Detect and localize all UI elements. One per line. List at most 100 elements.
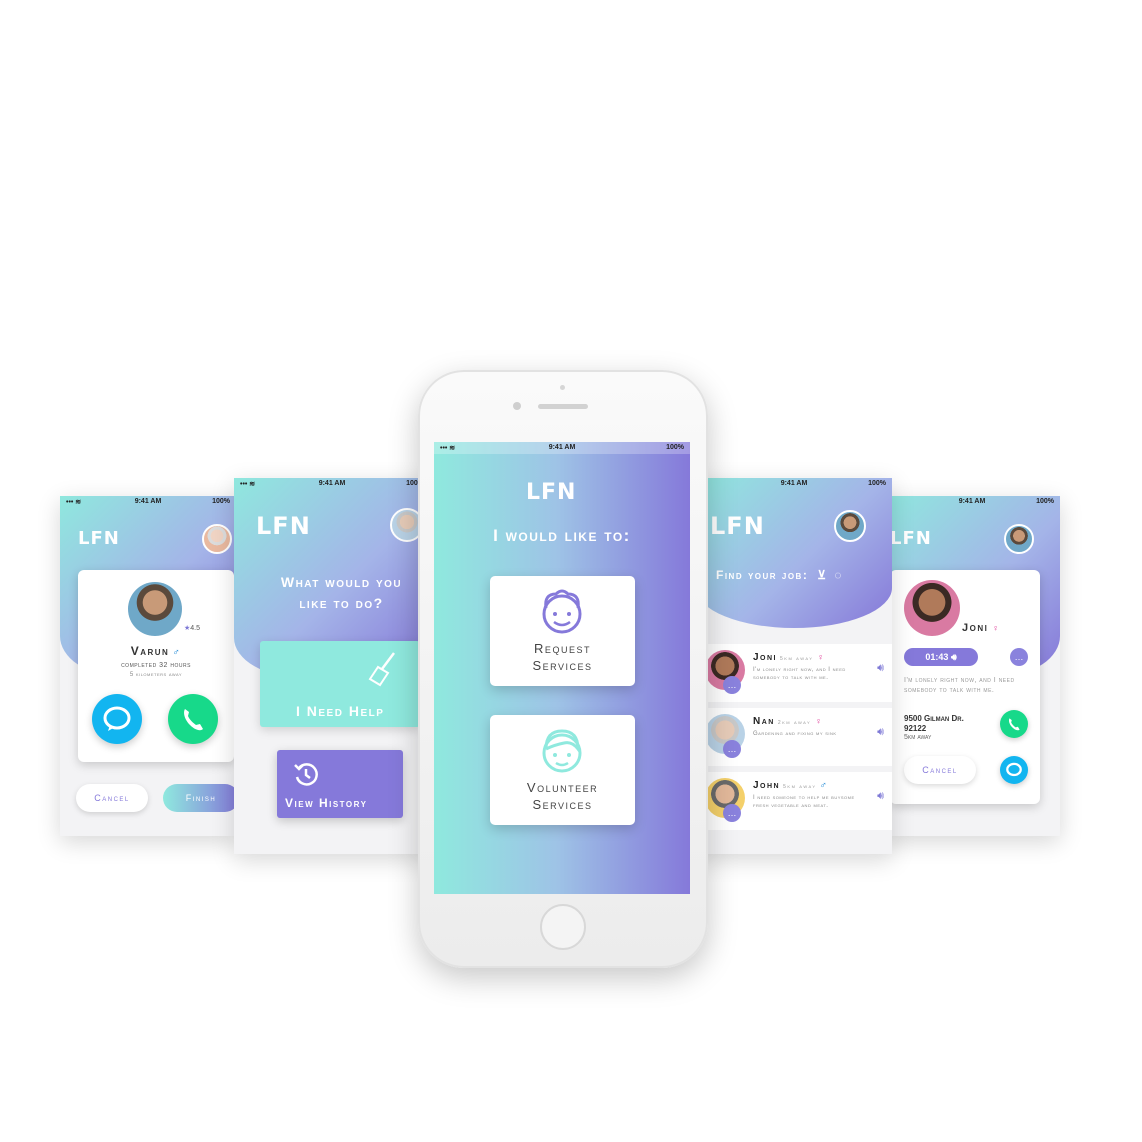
- app-logo: LFN: [526, 480, 577, 505]
- app-logo: LFN: [78, 528, 120, 549]
- phone-icon: [1008, 718, 1020, 731]
- chat-icon[interactable]: …: [1010, 648, 1028, 666]
- list-item[interactable]: … Nan 2km away ♀ Gardening and fixing my s…: [705, 708, 892, 766]
- job-distance: 2km away: [777, 720, 812, 726]
- cancel-button[interactable]: Cancel: [76, 784, 148, 812]
- view-history-button[interactable]: View History: [277, 750, 403, 818]
- question-line2: like to do?: [299, 595, 384, 611]
- volunteer-name: Varun ♂: [78, 644, 234, 658]
- need-help-button[interactable]: I Need Help: [260, 641, 420, 727]
- screen-find-job: 9:41 AM 100% LFN Find your job: ⊻ ◌ … Jo…: [696, 478, 892, 854]
- volunteer-services-label: Volunteer Services: [490, 779, 635, 813]
- hours-completed: completed 32 hours: [121, 662, 191, 669]
- audio-message-pill[interactable]: 01:43 🔊︎: [904, 648, 978, 666]
- status-time: 9:41 AM: [958, 498, 986, 505]
- finish-button[interactable]: Finish: [163, 784, 236, 812]
- chat-icon: [1006, 762, 1022, 777]
- question-heading: What would you like to do?: [234, 572, 430, 614]
- avatar[interactable]: [1004, 524, 1034, 554]
- volunteer-line2: Services: [532, 797, 593, 812]
- battery-label: 100%: [212, 498, 230, 505]
- chat-icon[interactable]: …: [723, 676, 741, 694]
- job-description: I'm lonely right now, and I need somebod…: [753, 667, 846, 681]
- avatar[interactable]: [202, 524, 232, 554]
- audio-timer: 01:43: [925, 652, 949, 662]
- speaker-icon: 🔊︎: [950, 652, 957, 662]
- battery-label: 100%: [868, 480, 886, 487]
- chat-button[interactable]: [1000, 756, 1028, 784]
- status-bar: ••• ≋ 9:41 AM 100%: [234, 478, 430, 490]
- job-description: I need someone to help me buysome fresh …: [753, 795, 855, 809]
- request-message: I'm lonely right now, and I need somebod…: [904, 677, 1015, 694]
- status-time: 9:41 AM: [134, 498, 162, 505]
- find-job-heading: Find your job: ⊻ ◌: [716, 568, 843, 582]
- request-services-button[interactable]: Request Services: [490, 576, 635, 686]
- rating-badge: ★4.5: [184, 624, 200, 632]
- job-distance: 5km away: [780, 656, 814, 662]
- male-icon: ♂: [172, 647, 182, 658]
- job-name-text: John: [753, 780, 781, 791]
- status-time: 9:41 AM: [318, 480, 346, 487]
- call-button[interactable]: [1000, 710, 1028, 738]
- requester-name-text: Joni: [962, 622, 989, 634]
- speaker-icon[interactable]: 🔊︎: [877, 726, 884, 739]
- speaker-icon[interactable]: 🔊︎: [877, 790, 884, 803]
- address-line1: 9500 Gilman Dr.: [904, 714, 964, 723]
- avatar[interactable]: [834, 510, 866, 542]
- cancel-button[interactable]: Cancel: [904, 756, 976, 784]
- volunteer-services-button[interactable]: Volunteer Services: [490, 715, 635, 825]
- volunteer-name-text: Varun: [130, 644, 170, 658]
- male-icon: ♂: [819, 780, 829, 791]
- call-button[interactable]: [168, 694, 218, 744]
- question-line1: What would you: [280, 574, 403, 590]
- phone-camera: [513, 402, 521, 410]
- history-icon: [294, 763, 318, 786]
- main-screen: ••• ≋ 9:41 AM 100% LFN I would like to: …: [434, 442, 690, 894]
- filter-icon[interactable]: ⊻: [817, 568, 827, 582]
- find-job-title: Find your job:: [716, 568, 809, 582]
- rating-value: 4.5: [190, 625, 201, 632]
- screen-help-options: ••• ≋ 9:41 AM 100% LFN What would you li…: [234, 478, 430, 854]
- main-title: I would like to:: [493, 526, 631, 545]
- app-logo: LFN: [890, 528, 932, 549]
- screen-volunteer-summary: ••• ≋ 9:41 AM 100% LFN ★4.5 Varun ♂ compl…: [60, 496, 236, 836]
- home-button[interactable]: [540, 904, 586, 950]
- battery-label: 100%: [666, 444, 684, 451]
- job-distance: 5km away: [783, 784, 817, 790]
- phone-sensor: [560, 385, 565, 390]
- phone-device: ••• ≋ 9:41 AM 100% LFN I would like to: …: [418, 370, 708, 968]
- request-line1: Request: [534, 641, 591, 656]
- chat-icon[interactable]: …: [723, 740, 741, 758]
- job-name: Joni 5km away ♀: [753, 652, 826, 663]
- distance-text: 5 kilometers away: [129, 672, 183, 678]
- view-history-label: View History: [285, 796, 368, 810]
- chat-icon: [103, 706, 131, 731]
- request-card: Joni ♀ 01:43 🔊︎ … I'm lonely right now, a…: [890, 570, 1040, 804]
- header-gradient: [696, 478, 892, 628]
- volunteer-card: ★4.5 Varun ♂ completed 32 hours 5 kilomet…: [78, 570, 234, 762]
- list-item[interactable]: … John 5km away ♂ I need someone to help m…: [705, 772, 892, 830]
- screen-request-detail: 9:41 AM 100% LFN Joni ♀ 01:43 🔊︎ … I'm lo…: [884, 496, 1060, 836]
- status-bar: ••• ≋ 9:41 AM 100%: [434, 442, 690, 454]
- status-time: 9:41 AM: [548, 444, 576, 451]
- job-name: John 5km away ♂: [753, 780, 828, 791]
- status-bar: ••• ≋ 9:41 AM 100%: [60, 496, 236, 508]
- status-bar: 9:41 AM 100%: [884, 496, 1060, 508]
- job-description: Gardening and fixing my sink: [753, 731, 837, 737]
- status-time: 9:41 AM: [780, 480, 808, 487]
- chat-icon[interactable]: …: [723, 804, 741, 822]
- request-distance: 5km away: [904, 734, 932, 741]
- battery-label: 100%: [1036, 498, 1054, 505]
- address-line2: 92122: [904, 724, 927, 733]
- chat-icon[interactable]: ◌: [834, 568, 843, 582]
- request-services-label: Request Services: [490, 640, 635, 674]
- speaker-icon[interactable]: 🔊︎: [877, 662, 884, 675]
- female-icon: ♀: [992, 623, 1001, 633]
- app-logo: LFN: [256, 512, 311, 540]
- list-item[interactable]: … Joni 5km away ♀ I'm lonely right now, an…: [705, 644, 892, 702]
- chat-button[interactable]: [92, 694, 142, 744]
- need-help-label: I Need Help: [296, 703, 385, 719]
- female-icon: ♀: [815, 716, 824, 726]
- broom-icon: [368, 652, 395, 687]
- job-name-text: Joni: [753, 652, 778, 663]
